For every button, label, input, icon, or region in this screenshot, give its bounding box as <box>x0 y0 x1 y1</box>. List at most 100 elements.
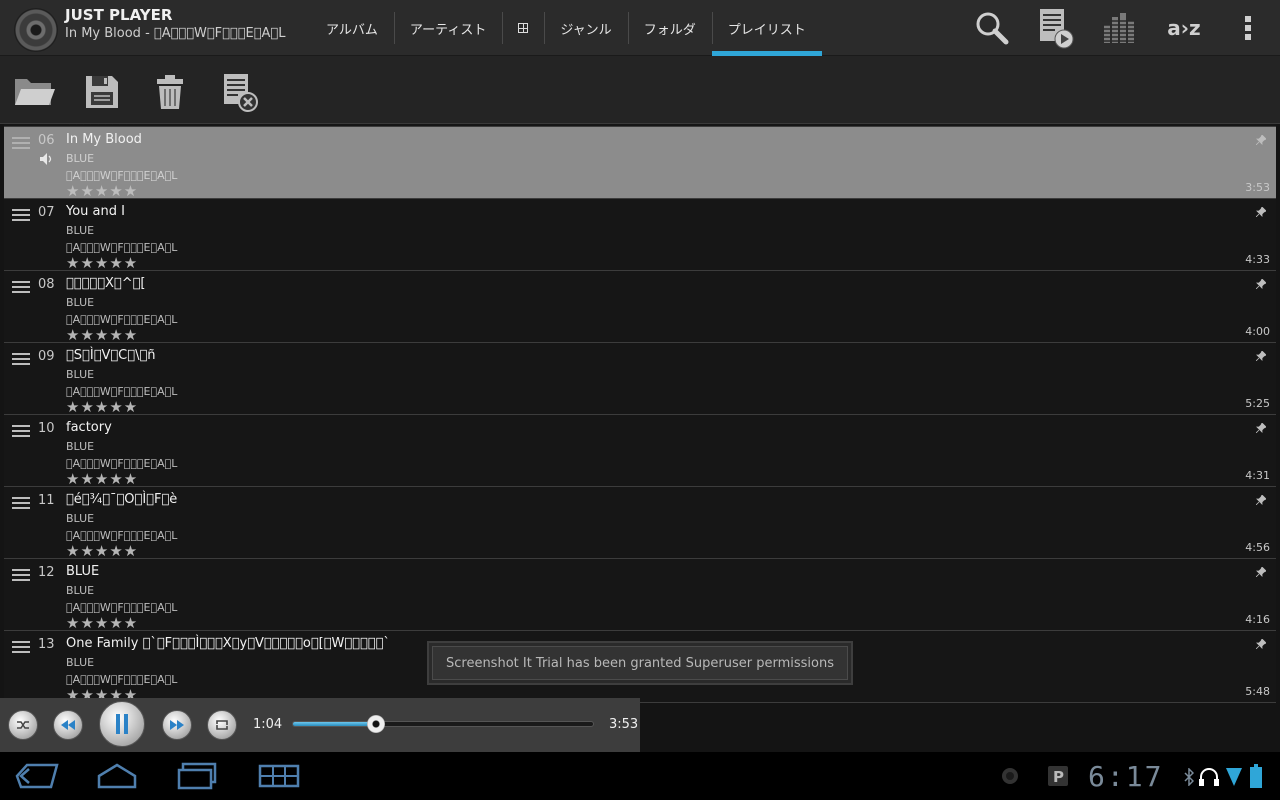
drag-handle-icon[interactable] <box>12 569 30 581</box>
drag-handle-icon[interactable] <box>12 497 30 509</box>
track-row[interactable]: 09  S Ì V C \ ñ BLUE  A   W F   E A L ★★… <box>4 343 1276 416</box>
track-row[interactable]: 12 BLUE BLUE  A   W F   E A L ★★★★★ 4:16 <box>4 559 1276 632</box>
play-pause-button[interactable] <box>99 701 145 747</box>
clear-playlist-button[interactable] <box>218 70 262 114</box>
pin-icon[interactable] <box>1256 207 1266 217</box>
equalizer-icon <box>1102 13 1138 43</box>
track-title: factory <box>66 420 112 435</box>
track-artist: BLUE <box>66 440 95 453</box>
tab-label: アルバム <box>326 22 378 38</box>
track-artist: BLUE <box>66 296 95 309</box>
track-artist: BLUE <box>66 656 95 669</box>
pause-icon <box>116 714 128 734</box>
track-number: 12 <box>38 565 55 580</box>
tab-playlist[interactable]: プレイリスト <box>711 0 822 56</box>
track-rating[interactable]: ★★★★★ <box>66 326 138 344</box>
pin-icon[interactable] <box>1256 351 1266 361</box>
shuffle-button[interactable] <box>8 710 38 740</box>
now-playing-list-button[interactable] <box>1024 0 1088 56</box>
toast-message: Screenshot It Trial has been granted Sup… <box>432 646 848 680</box>
track-row[interactable]: 10 factory BLUE  A   W F   E A L ★★★★★ 4… <box>4 415 1276 488</box>
track-row[interactable]: 06 In My Blood BLUE  A   W F   E A L ★★★… <box>4 127 1276 200</box>
clock[interactable]: 6:17 <box>1088 760 1163 793</box>
repeat-icon <box>216 720 228 730</box>
back-button[interactable] <box>12 760 62 792</box>
pin-icon[interactable] <box>1256 567 1266 577</box>
tab-genre[interactable]: ジャンル <box>544 0 627 56</box>
track-title:      X ^ [ <box>66 276 146 291</box>
track-title:  S Ì V C \ ñ <box>66 348 156 363</box>
tab-folder[interactable]: フォルダ <box>627 0 712 56</box>
keyboard-menu-icon <box>258 764 300 788</box>
parking-notification-icon: P <box>1048 766 1068 786</box>
tab-artist[interactable]: アーティスト <box>393 0 502 56</box>
drag-handle-icon[interactable] <box>12 353 30 365</box>
track-number: 07 <box>38 205 55 220</box>
drag-handle-icon[interactable] <box>12 209 30 221</box>
open-folder-icon <box>15 79 55 105</box>
tab-label: フォルダ <box>643 22 696 38</box>
battery-icon <box>1250 764 1262 788</box>
drag-handle-icon[interactable] <box>12 137 30 149</box>
track-rating[interactable]: ★★★★★ <box>66 398 138 416</box>
seek-bar[interactable] <box>292 715 594 733</box>
overflow-menu-button[interactable] <box>1216 0 1280 56</box>
pin-icon[interactable] <box>1256 495 1266 505</box>
tab-label: アーティスト <box>409 22 487 38</box>
previous-icon <box>61 720 75 730</box>
drag-handle-icon[interactable] <box>12 641 30 653</box>
track-row[interactable]: 11  é ¾ ¯ O Ì F è BLUE  A   W F   E A L … <box>4 487 1276 560</box>
back-icon <box>15 763 59 789</box>
open-button[interactable] <box>12 70 56 114</box>
tab-album[interactable]: アルバム <box>310 0 394 56</box>
track-artist: BLUE <box>66 224 95 237</box>
delete-icon <box>157 75 183 109</box>
next-button[interactable] <box>162 710 192 740</box>
search-button[interactable] <box>960 0 1024 56</box>
track-duration: 4:56 <box>1245 541 1270 554</box>
delete-button[interactable] <box>148 70 192 114</box>
shuffle-icon <box>17 721 29 729</box>
player-controls: 1:04 3:53 <box>0 698 640 752</box>
track-album:  A   W F   E A L <box>66 529 178 542</box>
seek-thumb[interactable] <box>366 715 385 733</box>
drag-handle-icon[interactable] <box>12 281 30 293</box>
track-row[interactable]: 08      X ^ [ BLUE  A   W F   E A L ★★★★… <box>4 271 1276 344</box>
track-artist: BLUE <box>66 152 95 165</box>
track-rating[interactable]: ★★★★★ <box>66 254 138 272</box>
pin-icon[interactable] <box>1256 279 1266 289</box>
track-title: In My Blood <box>66 132 142 147</box>
repeat-button[interactable] <box>207 710 237 740</box>
next-icon <box>170 720 184 730</box>
toast-notification: Screenshot It Trial has been granted Sup… <box>427 641 853 685</box>
recent-apps-button[interactable] <box>172 760 222 792</box>
equalizer-button[interactable] <box>1088 0 1152 56</box>
pin-icon[interactable] <box>1256 639 1266 649</box>
pin-icon[interactable] <box>1256 135 1266 145</box>
sort-button[interactable]: a›z <box>1152 0 1216 56</box>
tab-label: プレイリスト <box>727 22 806 38</box>
track-rating[interactable]: ★★★★★ <box>66 470 138 488</box>
pin-icon[interactable] <box>1256 423 1266 433</box>
system-bar: P 6:17 <box>0 752 1280 800</box>
tab-grid[interactable] <box>502 0 544 56</box>
track-number: 09 <box>38 349 55 364</box>
app-logo[interactable] <box>14 8 58 52</box>
app-title: JUST PLAYER <box>65 6 173 24</box>
menu-button[interactable] <box>254 760 304 792</box>
drag-handle-icon[interactable] <box>12 425 30 437</box>
track-rating[interactable]: ★★★★★ <box>66 182 138 200</box>
track-album:  A   W F   E A L <box>66 601 178 614</box>
previous-button[interactable] <box>53 710 83 740</box>
track-rating[interactable]: ★★★★★ <box>66 614 138 632</box>
save-icon <box>86 76 118 108</box>
track-album:  A   W F   E A L <box>66 673 178 686</box>
track-artist: BLUE <box>66 584 95 597</box>
track-row[interactable]: 07 You and I BLUE  A   W F   E A L ★★★★★… <box>4 199 1276 272</box>
home-button[interactable] <box>92 760 142 792</box>
overflow-menu-icon <box>1245 16 1251 40</box>
track-album:  A   W F   E A L <box>66 169 178 182</box>
track-rating[interactable]: ★★★★★ <box>66 542 138 560</box>
save-button[interactable] <box>80 70 124 114</box>
track-number: 08 <box>38 277 55 292</box>
